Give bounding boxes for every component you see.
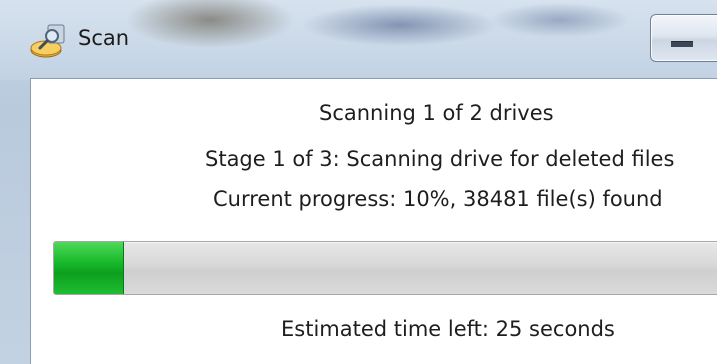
minimize-button[interactable] [650,14,717,62]
scan-window: Scan Scanning 1 of 2 drives Stage 1 of 3… [0,0,717,364]
scan-progress-fill [54,242,124,294]
minimize-icon [671,41,693,47]
time-left-text: Estimated time left: 25 seconds [281,317,615,341]
stage-status-text: Stage 1 of 3: Scanning drive for deleted… [205,147,675,171]
progress-status-text: Current progress: 10%, 38481 file(s) fou… [213,187,663,211]
scan-progress-bar [53,241,717,295]
titlebar[interactable]: Scan [0,0,717,74]
scan-status-panel: Scanning 1 of 2 drives Stage 1 of 3: Sca… [30,78,717,364]
scan-app-icon [28,22,68,62]
drives-status-text: Scanning 1 of 2 drives [319,101,554,125]
window-title: Scan [78,26,130,50]
